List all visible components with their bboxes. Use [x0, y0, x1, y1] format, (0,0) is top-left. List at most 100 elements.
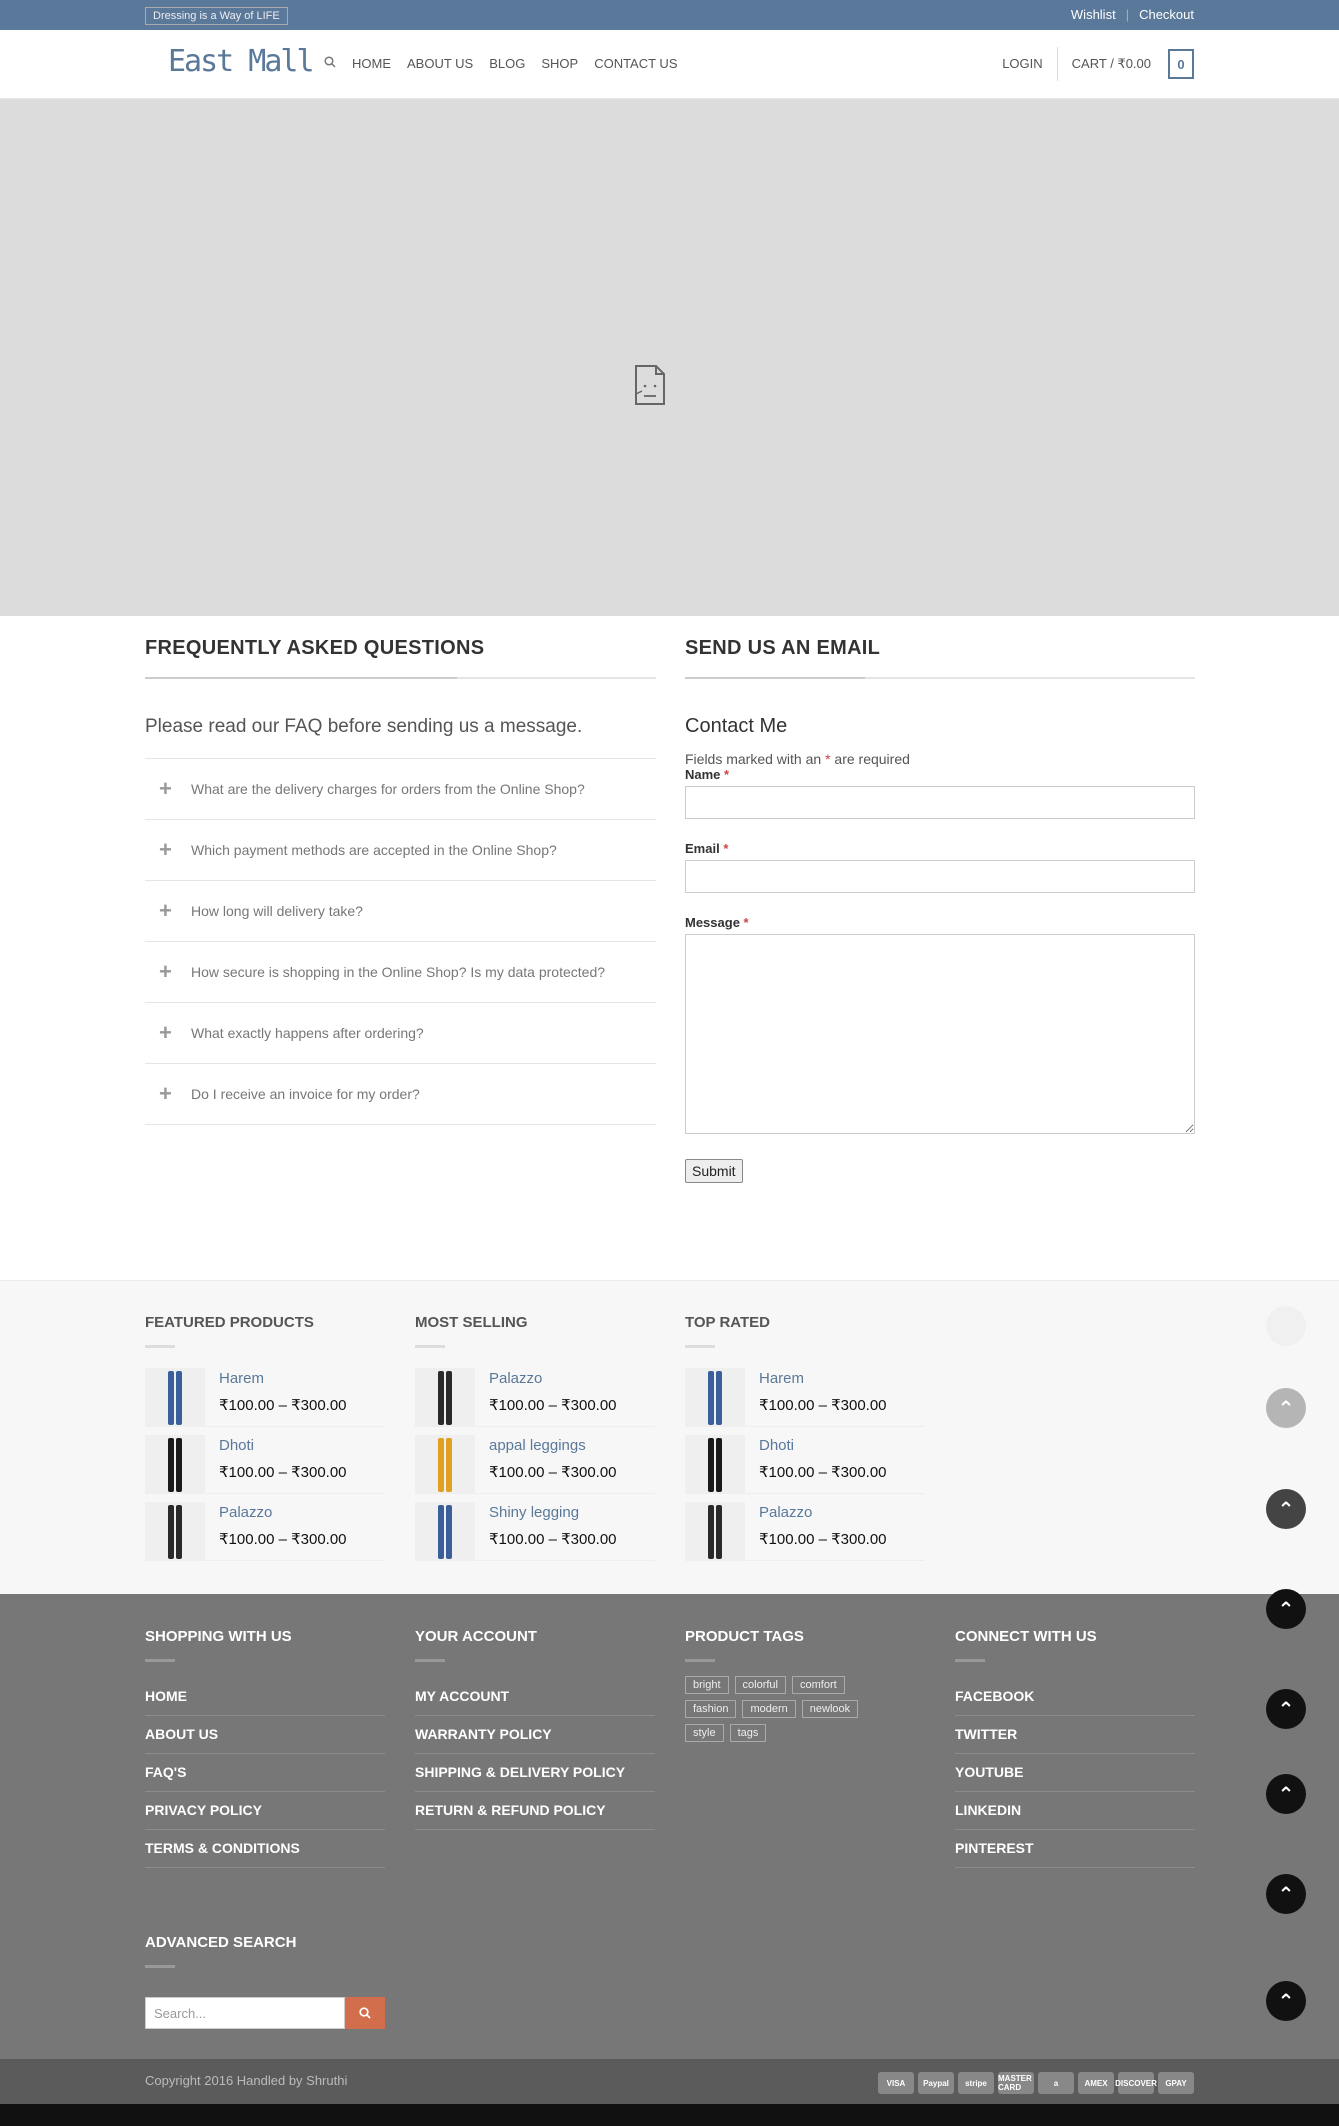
- chevron-up-icon: ⌃: [1277, 1783, 1295, 1806]
- product-item[interactable]: Palazzo ₹100.00 – ₹300.00: [685, 1502, 925, 1561]
- faq-item[interactable]: + What exactly happens after ordering?: [145, 1003, 656, 1064]
- nav-shop[interactable]: SHOP: [541, 56, 578, 71]
- search-icon[interactable]: [324, 56, 336, 71]
- footer-shopping-title: SHOPPING WITH US: [145, 1628, 292, 1645]
- faq-item[interactable]: + Do I receive an invoice for my order?: [145, 1064, 656, 1125]
- tag-link[interactable]: modern: [742, 1700, 796, 1718]
- site-logo[interactable]: East Mall: [168, 44, 315, 79]
- product-thumbnail[interactable]: [145, 1435, 205, 1494]
- product-name[interactable]: appal leggings: [489, 1437, 617, 1454]
- product-name[interactable]: Palazzo: [759, 1504, 887, 1521]
- product-thumbnail[interactable]: [685, 1435, 745, 1494]
- product-item[interactable]: Palazzo ₹100.00 – ₹300.00: [415, 1368, 655, 1427]
- product-thumbnail[interactable]: [415, 1368, 475, 1427]
- tag-link[interactable]: newlook: [801, 1700, 859, 1718]
- cart-count-icon[interactable]: 0: [1168, 49, 1194, 79]
- login-link[interactable]: LOGIN: [1002, 47, 1058, 81]
- product-name[interactable]: Palazzo: [489, 1370, 617, 1387]
- product-item[interactable]: Harem ₹100.00 – ₹300.00: [145, 1368, 385, 1427]
- faq-item[interactable]: + Which payment methods are accepted in t…: [145, 820, 656, 881]
- product-item[interactable]: Shiny legging ₹100.00 – ₹300.00: [415, 1502, 655, 1561]
- footer-link-terms[interactable]: TERMS & CONDITIONS: [145, 1830, 385, 1868]
- tag-link[interactable]: style: [685, 1724, 724, 1742]
- contact-form-title: Contact Me: [685, 715, 788, 737]
- email-field[interactable]: [685, 860, 1195, 893]
- message-field[interactable]: [685, 934, 1195, 1134]
- footer-link-warranty[interactable]: WARRANTY POLICY: [415, 1716, 655, 1754]
- footer-link-shipping[interactable]: SHIPPING & DELIVERY POLICY: [415, 1754, 655, 1792]
- name-field[interactable]: [685, 786, 1195, 819]
- product-thumbnail[interactable]: [145, 1368, 205, 1427]
- checkout-link[interactable]: Checkout: [1139, 7, 1194, 22]
- footer-link-privacy[interactable]: PRIVACY POLICY: [145, 1792, 385, 1830]
- product-name[interactable]: Harem: [759, 1370, 887, 1387]
- faq-item[interactable]: + How long will delivery take?: [145, 881, 656, 942]
- product-name[interactable]: Harem: [219, 1370, 347, 1387]
- faq-item[interactable]: + How secure is shopping in the Online Sh…: [145, 942, 656, 1003]
- scroll-top-button[interactable]: ⌃: [1266, 1874, 1306, 1914]
- scroll-top-button[interactable]: ⌃: [1266, 1774, 1306, 1814]
- product-name[interactable]: Palazzo: [219, 1504, 347, 1521]
- email-title: SEND US AN EMAIL: [685, 637, 881, 659]
- footer-link-linkedin[interactable]: LINKEDIN: [955, 1792, 1195, 1830]
- footer-link-return[interactable]: RETURN & REFUND POLICY: [415, 1792, 655, 1830]
- nav-blog[interactable]: BLOG: [489, 56, 525, 71]
- footer-link-youtube[interactable]: YOUTUBE: [955, 1754, 1195, 1792]
- search-input[interactable]: Search...: [145, 1997, 345, 2029]
- tag-link[interactable]: tags: [729, 1724, 767, 1742]
- tag-link[interactable]: fashion: [685, 1700, 737, 1718]
- scroll-top-button[interactable]: ⌃: [1266, 1589, 1306, 1629]
- product-thumbnail[interactable]: [415, 1435, 475, 1494]
- tag-link[interactable]: colorful: [734, 1676, 786, 1694]
- faq-question: What exactly happens after ordering?: [191, 1025, 424, 1041]
- product-thumbnail[interactable]: [685, 1502, 745, 1561]
- name-label: Name *: [685, 767, 730, 782]
- top-divider: |: [1125, 7, 1130, 22]
- nav-home[interactable]: HOME: [352, 56, 391, 71]
- product-item[interactable]: Dhoti ₹100.00 – ₹300.00: [145, 1435, 385, 1494]
- product-name[interactable]: Shiny legging: [489, 1504, 617, 1521]
- faq-item[interactable]: + What are the delivery charges for order…: [145, 759, 656, 820]
- footer-link-home[interactable]: HOME: [145, 1678, 385, 1716]
- top-links: Wishlist | Checkout: [1071, 7, 1194, 22]
- scroll-top-button[interactable]: [1266, 1306, 1306, 1346]
- footer-tags-title: PRODUCT TAGS: [685, 1628, 804, 1645]
- search-button[interactable]: [345, 1997, 385, 2029]
- product-item[interactable]: Harem ₹100.00 – ₹300.00: [685, 1368, 925, 1427]
- scroll-top-button[interactable]: ⌃: [1266, 1489, 1306, 1529]
- scroll-top-button[interactable]: ⌃: [1266, 1388, 1306, 1428]
- product-column-title: MOST SELLING: [415, 1314, 528, 1331]
- amazon-icon: a: [1038, 2072, 1074, 2094]
- wishlist-link[interactable]: Wishlist: [1071, 7, 1116, 22]
- footer-link-pinterest[interactable]: PINTEREST: [955, 1830, 1195, 1868]
- faq-section: FREQUENTLY ASKED QUESTIONS Please read o…: [145, 637, 656, 1125]
- cart-link[interactable]: CART / ₹0.00: [1058, 47, 1151, 81]
- visa-icon: VISA: [878, 2072, 914, 2094]
- submit-button[interactable]: Submit: [685, 1159, 743, 1183]
- tag-link[interactable]: comfort: [792, 1676, 845, 1694]
- scroll-top-button[interactable]: ⌃: [1266, 1689, 1306, 1729]
- product-column: TOP RATED Harem ₹100.00 – ₹300.00 Dhoti ₹100…: [685, 1314, 925, 1569]
- product-item[interactable]: appal leggings ₹100.00 – ₹300.00: [415, 1435, 655, 1494]
- nav-about-us[interactable]: ABOUT US: [407, 56, 473, 71]
- footer-link-my-account[interactable]: MY ACCOUNT: [415, 1678, 655, 1716]
- product-thumbnail[interactable]: [415, 1502, 475, 1561]
- footer-link-faqs[interactable]: FAQ'S: [145, 1754, 385, 1792]
- footer-link-facebook[interactable]: FACEBOOK: [955, 1678, 1195, 1716]
- tag-link[interactable]: bright: [685, 1676, 729, 1694]
- nav-contact-us[interactable]: CONTACT US: [594, 56, 677, 71]
- product-price: ₹100.00 – ₹300.00: [489, 1464, 617, 1481]
- product-name[interactable]: Dhoti: [759, 1437, 887, 1454]
- footer-link-twitter[interactable]: TWITTER: [955, 1716, 1195, 1754]
- faq-question: How secure is shopping in the Online Sho…: [191, 964, 606, 980]
- product-thumbnail[interactable]: [145, 1502, 205, 1561]
- product-item[interactable]: Palazzo ₹100.00 – ₹300.00: [145, 1502, 385, 1561]
- chevron-up-icon: ⌃: [1277, 1883, 1295, 1906]
- required-note: Fields marked with an * are required: [685, 751, 910, 767]
- product-thumbnail[interactable]: [685, 1368, 745, 1427]
- scroll-top-button[interactable]: ⌃: [1266, 1981, 1306, 2021]
- product-name[interactable]: Dhoti: [219, 1437, 347, 1454]
- product-price: ₹100.00 – ₹300.00: [219, 1464, 347, 1481]
- product-item[interactable]: Dhoti ₹100.00 – ₹300.00: [685, 1435, 925, 1494]
- footer-link-about[interactable]: ABOUT US: [145, 1716, 385, 1754]
